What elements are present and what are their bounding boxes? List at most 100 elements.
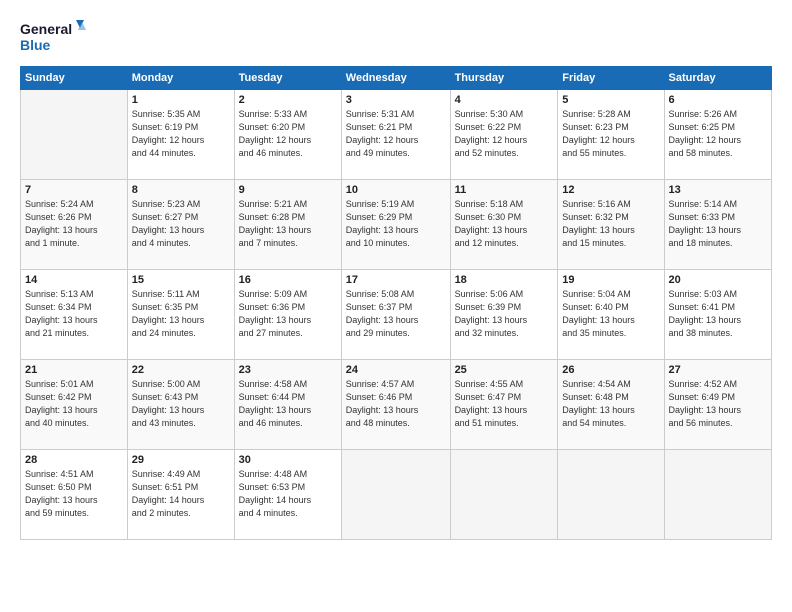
day-info: Sunrise: 5:09 AM Sunset: 6:36 PM Dayligh…	[239, 288, 337, 340]
header: General Blue	[20, 18, 772, 56]
day-cell: 12 Sunrise: 5:16 AM Sunset: 6:32 PM Dayli…	[558, 180, 664, 270]
day-number: 11	[455, 184, 554, 196]
day-number: 24	[346, 364, 446, 376]
day-cell: 5 Sunrise: 5:28 AM Sunset: 6:23 PM Daylig…	[558, 90, 664, 180]
day-number: 26	[562, 364, 659, 376]
day-number: 22	[132, 364, 230, 376]
svg-text:General: General	[20, 21, 72, 37]
day-number: 1	[132, 94, 230, 106]
day-info: Sunrise: 5:21 AM Sunset: 6:28 PM Dayligh…	[239, 198, 337, 250]
day-info: Sunrise: 5:04 AM Sunset: 6:40 PM Dayligh…	[562, 288, 659, 340]
day-info: Sunrise: 5:35 AM Sunset: 6:19 PM Dayligh…	[132, 108, 230, 160]
day-number: 12	[562, 184, 659, 196]
day-info: Sunrise: 4:55 AM Sunset: 6:47 PM Dayligh…	[455, 378, 554, 430]
day-cell: 20 Sunrise: 5:03 AM Sunset: 6:41 PM Dayli…	[664, 270, 771, 360]
day-number: 4	[455, 94, 554, 106]
day-cell: 7Sunrise: 5:24 AM Sunset: 6:26 PM Daylig…	[21, 180, 128, 270]
weekday-header-row: SundayMondayTuesdayWednesdayThursdayFrid…	[21, 67, 772, 90]
day-cell: 8 Sunrise: 5:23 AM Sunset: 6:27 PM Daylig…	[127, 180, 234, 270]
weekday-wednesday: Wednesday	[341, 67, 450, 90]
day-cell: 14 Sunrise: 5:13 AM Sunset: 6:34 PM Dayli…	[21, 270, 128, 360]
day-number: 30	[239, 454, 337, 466]
day-info: Sunrise: 4:49 AM Sunset: 6:51 PM Dayligh…	[132, 468, 230, 520]
week-row-5: 28 Sunrise: 4:51 AM Sunset: 6:50 PM Dayli…	[21, 450, 772, 540]
day-info: Sunrise: 5:01 AM Sunset: 6:42 PM Dayligh…	[25, 378, 123, 430]
svg-text:Blue: Blue	[20, 37, 51, 53]
logo-svg: General Blue	[20, 18, 90, 56]
weekday-sunday: Sunday	[21, 67, 128, 90]
day-info: Sunrise: 5:16 AM Sunset: 6:32 PM Dayligh…	[562, 198, 659, 250]
day-info: Sunrise: 4:54 AM Sunset: 6:48 PM Dayligh…	[562, 378, 659, 430]
day-info: Sunrise: 4:52 AM Sunset: 6:49 PM Dayligh…	[669, 378, 767, 430]
day-info: Sunrise: 5:23 AM Sunset: 6:27 PM Dayligh…	[132, 198, 230, 250]
day-cell	[21, 90, 128, 180]
day-cell: 16Sunrise: 5:09 AM Sunset: 6:36 PM Dayli…	[234, 270, 341, 360]
day-number: 13	[669, 184, 767, 196]
day-cell: 4Sunrise: 5:30 AM Sunset: 6:22 PM Daylig…	[450, 90, 558, 180]
weekday-friday: Friday	[558, 67, 664, 90]
day-info: Sunrise: 4:58 AM Sunset: 6:44 PM Dayligh…	[239, 378, 337, 430]
page: General Blue SundayMondayTuesdayWednesda…	[0, 0, 792, 612]
week-row-4: 21 Sunrise: 5:01 AM Sunset: 6:42 PM Dayli…	[21, 360, 772, 450]
day-cell: 2 Sunrise: 5:33 AM Sunset: 6:20 PM Daylig…	[234, 90, 341, 180]
day-info: Sunrise: 5:33 AM Sunset: 6:20 PM Dayligh…	[239, 108, 337, 160]
day-number: 18	[455, 274, 554, 286]
day-info: Sunrise: 5:24 AM Sunset: 6:26 PM Dayligh…	[25, 198, 123, 250]
week-row-3: 14 Sunrise: 5:13 AM Sunset: 6:34 PM Dayli…	[21, 270, 772, 360]
day-cell: 13 Sunrise: 5:14 AM Sunset: 6:33 PM Dayli…	[664, 180, 771, 270]
calendar-table: SundayMondayTuesdayWednesdayThursdayFrid…	[20, 66, 772, 540]
day-cell: 30 Sunrise: 4:48 AM Sunset: 6:53 PM Dayli…	[234, 450, 341, 540]
day-info: Sunrise: 5:18 AM Sunset: 6:30 PM Dayligh…	[455, 198, 554, 250]
day-cell: 24 Sunrise: 4:57 AM Sunset: 6:46 PM Dayli…	[341, 360, 450, 450]
day-number: 21	[25, 364, 123, 376]
day-cell: 19 Sunrise: 5:04 AM Sunset: 6:40 PM Dayli…	[558, 270, 664, 360]
day-number: 8	[132, 184, 230, 196]
day-info: Sunrise: 4:48 AM Sunset: 6:53 PM Dayligh…	[239, 468, 337, 520]
day-info: Sunrise: 5:00 AM Sunset: 6:43 PM Dayligh…	[132, 378, 230, 430]
day-number: 2	[239, 94, 337, 106]
day-cell	[341, 450, 450, 540]
weekday-tuesday: Tuesday	[234, 67, 341, 90]
day-cell: 6Sunrise: 5:26 AM Sunset: 6:25 PM Daylig…	[664, 90, 771, 180]
day-cell: 25 Sunrise: 4:55 AM Sunset: 6:47 PM Dayli…	[450, 360, 558, 450]
day-cell: 9 Sunrise: 5:21 AM Sunset: 6:28 PM Daylig…	[234, 180, 341, 270]
day-number: 5	[562, 94, 659, 106]
day-info: Sunrise: 5:14 AM Sunset: 6:33 PM Dayligh…	[669, 198, 767, 250]
day-number: 9	[239, 184, 337, 196]
week-row-1: 1 Sunrise: 5:35 AM Sunset: 6:19 PM Daylig…	[21, 90, 772, 180]
weekday-thursday: Thursday	[450, 67, 558, 90]
day-cell: 11 Sunrise: 5:18 AM Sunset: 6:30 PM Dayli…	[450, 180, 558, 270]
day-cell: 22 Sunrise: 5:00 AM Sunset: 6:43 PM Dayli…	[127, 360, 234, 450]
day-number: 28	[25, 454, 123, 466]
day-cell: 17 Sunrise: 5:08 AM Sunset: 6:37 PM Dayli…	[341, 270, 450, 360]
day-cell: 27Sunrise: 4:52 AM Sunset: 6:49 PM Dayli…	[664, 360, 771, 450]
day-cell: 15Sunrise: 5:11 AM Sunset: 6:35 PM Dayli…	[127, 270, 234, 360]
day-cell: 10 Sunrise: 5:19 AM Sunset: 6:29 PM Dayli…	[341, 180, 450, 270]
day-number: 3	[346, 94, 446, 106]
day-number: 10	[346, 184, 446, 196]
day-cell: 21 Sunrise: 5:01 AM Sunset: 6:42 PM Dayli…	[21, 360, 128, 450]
logo: General Blue	[20, 18, 90, 56]
day-cell: 18 Sunrise: 5:06 AM Sunset: 6:39 PM Dayli…	[450, 270, 558, 360]
day-info: Sunrise: 5:08 AM Sunset: 6:37 PM Dayligh…	[346, 288, 446, 340]
day-number: 20	[669, 274, 767, 286]
day-cell: 29 Sunrise: 4:49 AM Sunset: 6:51 PM Dayli…	[127, 450, 234, 540]
weekday-monday: Monday	[127, 67, 234, 90]
day-info: Sunrise: 5:19 AM Sunset: 6:29 PM Dayligh…	[346, 198, 446, 250]
day-number: 23	[239, 364, 337, 376]
day-number: 6	[669, 94, 767, 106]
day-cell	[450, 450, 558, 540]
day-number: 17	[346, 274, 446, 286]
day-cell	[664, 450, 771, 540]
day-info: Sunrise: 5:03 AM Sunset: 6:41 PM Dayligh…	[669, 288, 767, 340]
day-number: 25	[455, 364, 554, 376]
day-info: Sunrise: 4:51 AM Sunset: 6:50 PM Dayligh…	[25, 468, 123, 520]
day-number: 29	[132, 454, 230, 466]
day-cell: 28 Sunrise: 4:51 AM Sunset: 6:50 PM Dayli…	[21, 450, 128, 540]
day-info: Sunrise: 5:13 AM Sunset: 6:34 PM Dayligh…	[25, 288, 123, 340]
day-info: Sunrise: 4:57 AM Sunset: 6:46 PM Dayligh…	[346, 378, 446, 430]
day-number: 19	[562, 274, 659, 286]
day-info: Sunrise: 5:06 AM Sunset: 6:39 PM Dayligh…	[455, 288, 554, 340]
day-number: 14	[25, 274, 123, 286]
day-info: Sunrise: 5:28 AM Sunset: 6:23 PM Dayligh…	[562, 108, 659, 160]
